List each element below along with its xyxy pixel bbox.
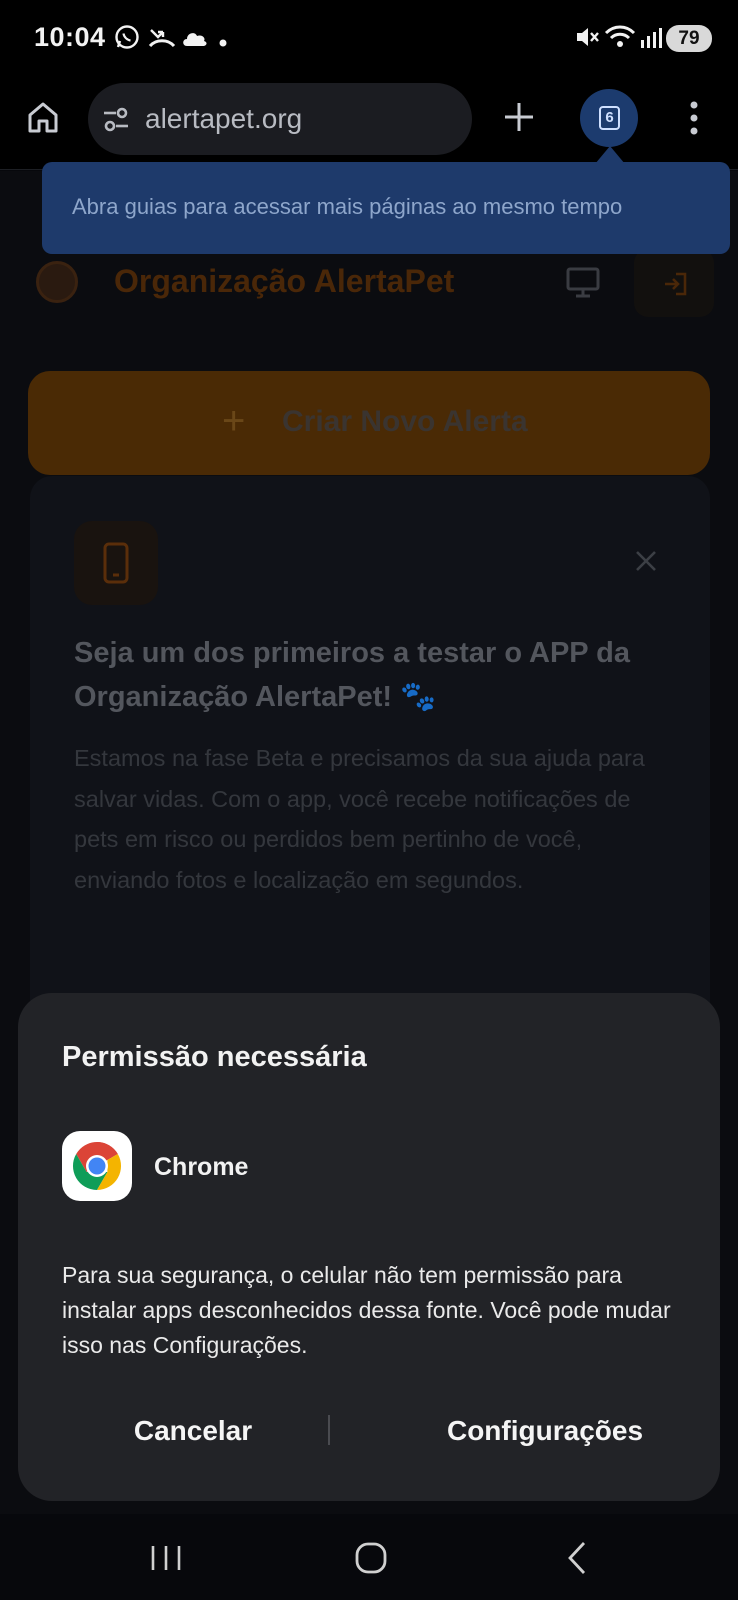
- brand-logo: [36, 261, 78, 303]
- wifi-icon: [604, 24, 636, 55]
- site-settings-icon[interactable]: [102, 107, 130, 138]
- promo-title: Seja um dos primeiros a testar o APP da …: [74, 637, 631, 713]
- more-menu-icon[interactable]: [688, 100, 700, 141]
- phone-icon-box: [74, 521, 158, 605]
- button-divider: [328, 1415, 330, 1445]
- login-button[interactable]: [634, 249, 714, 317]
- address-bar[interactable]: alertapet.org: [88, 83, 472, 155]
- status-time: 10:04: [34, 22, 106, 52]
- promo-text: Estamos na fase Beta e precisamos da sua…: [74, 745, 645, 893]
- missed-call-icon: [148, 24, 176, 55]
- system-nav-bar: [0, 1514, 738, 1600]
- dialog-actions: Cancelar Configurações: [18, 1393, 720, 1469]
- tab-switcher-button[interactable]: 6: [580, 89, 638, 147]
- url-text: alertapet.org: [145, 103, 303, 134]
- cloud-icon: [180, 28, 210, 53]
- recent-apps-icon[interactable]: [136, 1532, 196, 1582]
- brand-name: Organização AlertaPet: [114, 263, 455, 299]
- dialog-title: Permissão necessária: [62, 1041, 367, 1073]
- browser-toolbar: alertapet.org 6: [0, 78, 738, 170]
- plus-icon: +: [222, 399, 246, 443]
- app-name: Chrome: [154, 1153, 249, 1181]
- create-alert-label: Criar Novo Alerta: [282, 405, 528, 438]
- dialog-message: Para sua segurança, o celular não tem pe…: [62, 1262, 671, 1358]
- home-icon[interactable]: [26, 100, 60, 139]
- status-bar: 10:04 79: [0, 0, 738, 78]
- chrome-icon: [62, 1131, 132, 1201]
- dot-icon: [219, 34, 227, 52]
- settings-button[interactable]: Configurações: [370, 1393, 720, 1469]
- permission-dialog: Permissão necessária Chrome Para sua seg…: [18, 993, 720, 1501]
- monitor-icon[interactable]: [566, 267, 600, 304]
- back-icon[interactable]: [548, 1532, 608, 1582]
- tooltip-text: Abra guias para acessar mais páginas ao …: [72, 194, 623, 219]
- cancel-button[interactable]: Cancelar: [18, 1393, 368, 1469]
- tab-count: 6: [599, 106, 620, 130]
- signal-icon: [640, 24, 662, 55]
- whatsapp-icon: [114, 24, 140, 55]
- create-alert-button[interactable]: + Criar Novo Alerta: [28, 371, 710, 475]
- mute-icon: [574, 24, 600, 55]
- close-icon[interactable]: [634, 549, 658, 578]
- home-nav-icon[interactable]: [342, 1532, 402, 1582]
- battery-indicator: 79: [666, 25, 712, 52]
- new-tab-icon[interactable]: [502, 100, 536, 139]
- tabs-tooltip[interactable]: Abra guias para acessar mais páginas ao …: [42, 162, 730, 254]
